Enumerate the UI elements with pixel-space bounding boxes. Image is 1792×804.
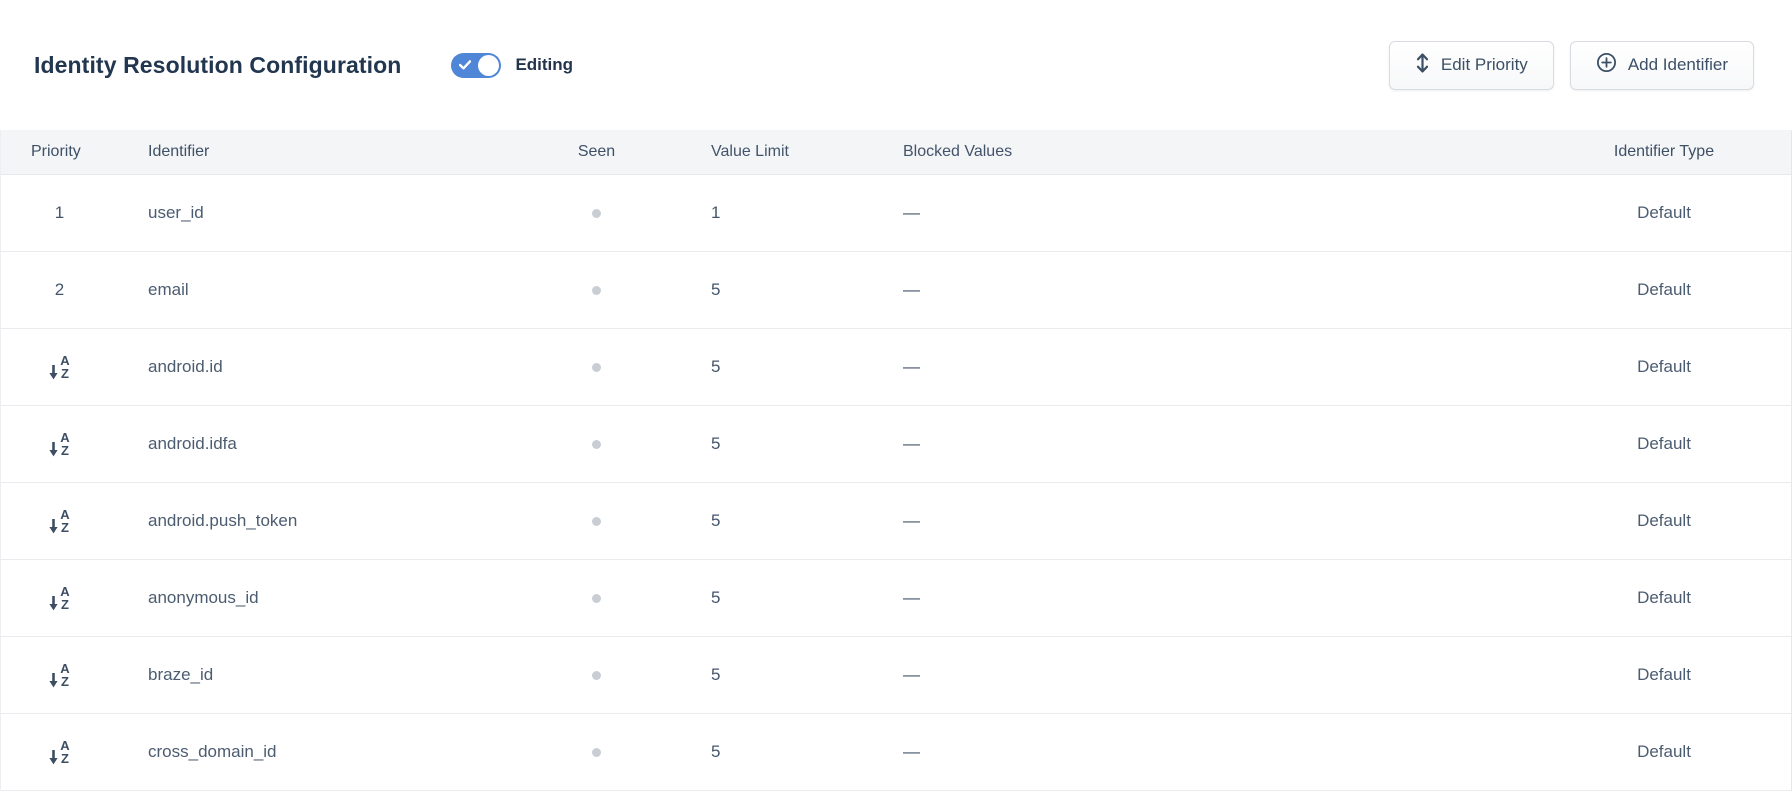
seen-indicator-dot — [592, 363, 601, 372]
identifier-name: android.id — [148, 357, 223, 376]
value-limit: 5 — [651, 482, 881, 559]
identifier-name: cross_domain_id — [148, 742, 277, 761]
seen-indicator-dot — [592, 286, 601, 295]
column-header-blocked-values: Blocked Values — [881, 130, 1537, 174]
table-header-row: Priority Identifier Seen Value Limit Blo… — [1, 130, 1791, 174]
blocked-values: — — [881, 405, 1537, 482]
identifier-type: Default — [1537, 328, 1791, 405]
priority-value: 1 — [55, 203, 64, 222]
table-row[interactable]: A Z anonymous_id 5 — Default — [1, 559, 1791, 636]
edit-priority-label: Edit Priority — [1441, 55, 1528, 75]
blocked-values: — — [881, 174, 1537, 251]
identifier-name: android.push_token — [148, 511, 297, 530]
identifier-name: email — [148, 280, 189, 299]
blocked-values: — — [881, 328, 1537, 405]
identifier-type: Default — [1537, 251, 1791, 328]
identifier-name: android.idfa — [148, 434, 237, 453]
editing-toggle-label: Editing — [515, 55, 573, 75]
seen-indicator-dot — [592, 517, 601, 526]
table-row[interactable]: 1 A Z user_id 1 — Default — [1, 174, 1791, 251]
blocked-values: — — [881, 482, 1537, 559]
value-limit: 1 — [651, 174, 881, 251]
editing-toggle-group: Editing — [451, 53, 573, 78]
editing-toggle[interactable] — [451, 53, 501, 78]
down-arrow-icon — [49, 749, 58, 765]
identifier-type: Default — [1537, 713, 1791, 790]
table-row[interactable]: A Z android.push_token 5 — Default — [1, 482, 1791, 559]
identifier-name: anonymous_id — [148, 588, 259, 607]
column-header-identifier: Identifier — [118, 130, 542, 174]
identifier-type: Default — [1537, 559, 1791, 636]
seen-indicator-dot — [592, 671, 601, 680]
down-arrow-icon — [49, 518, 58, 534]
blocked-values: — — [881, 636, 1537, 713]
value-limit: 5 — [651, 713, 881, 790]
identifier-type: Default — [1537, 174, 1791, 251]
down-arrow-icon — [49, 441, 58, 457]
value-limit: 5 — [651, 328, 881, 405]
sort-alphabetical-icon: A Z — [48, 431, 72, 457]
column-header-seen: Seen — [542, 130, 651, 174]
value-limit: 5 — [651, 405, 881, 482]
seen-indicator-dot — [592, 594, 601, 603]
identifier-type: Default — [1537, 636, 1791, 713]
sort-alphabetical-icon: A Z — [48, 508, 72, 534]
page-header: Identity Resolution Configuration Editin… — [0, 0, 1792, 130]
priority-value: 2 — [55, 280, 64, 299]
seen-indicator-dot — [592, 209, 601, 218]
edit-priority-button[interactable]: Edit Priority — [1389, 41, 1554, 90]
table-row[interactable]: A Z android.idfa 5 — Default — [1, 405, 1791, 482]
page-title: Identity Resolution Configuration — [34, 52, 401, 79]
table-row[interactable]: 2 A Z email 5 — Default — [1, 251, 1791, 328]
header-actions: Edit Priority Add Identifier — [1389, 41, 1754, 90]
sort-alphabetical-icon: A Z — [48, 739, 72, 765]
value-limit: 5 — [651, 251, 881, 328]
down-arrow-icon — [49, 672, 58, 688]
identifier-name: braze_id — [148, 665, 213, 684]
value-limit: 5 — [651, 636, 881, 713]
table-row[interactable]: A Z android.id 5 — Default — [1, 328, 1791, 405]
add-identifier-label: Add Identifier — [1628, 55, 1728, 75]
down-arrow-icon — [49, 364, 58, 380]
sort-alphabetical-icon: A Z — [48, 585, 72, 611]
blocked-values: — — [881, 713, 1537, 790]
up-down-arrows-icon — [1415, 51, 1430, 80]
identifier-type: Default — [1537, 405, 1791, 482]
column-header-priority: Priority — [1, 130, 118, 174]
check-icon — [459, 60, 471, 70]
add-identifier-button[interactable]: Add Identifier — [1570, 41, 1754, 90]
plus-circle-icon — [1596, 52, 1617, 78]
blocked-values: — — [881, 251, 1537, 328]
blocked-values: — — [881, 559, 1537, 636]
toggle-knob — [478, 55, 499, 76]
table-row[interactable]: A Z cross_domain_id 5 — Default — [1, 713, 1791, 790]
sort-alphabetical-icon: A Z — [48, 662, 72, 688]
identifier-type: Default — [1537, 482, 1791, 559]
column-header-value-limit: Value Limit — [651, 130, 881, 174]
seen-indicator-dot — [592, 440, 601, 449]
value-limit: 5 — [651, 559, 881, 636]
identifiers-table: Priority Identifier Seen Value Limit Blo… — [0, 130, 1792, 791]
table-row[interactable]: A Z braze_id 5 — Default — [1, 636, 1791, 713]
sort-alphabetical-icon: A Z — [48, 354, 72, 380]
column-header-identifier-type: Identifier Type — [1537, 130, 1791, 174]
down-arrow-icon — [49, 595, 58, 611]
identifier-name: user_id — [148, 203, 204, 222]
seen-indicator-dot — [592, 748, 601, 757]
